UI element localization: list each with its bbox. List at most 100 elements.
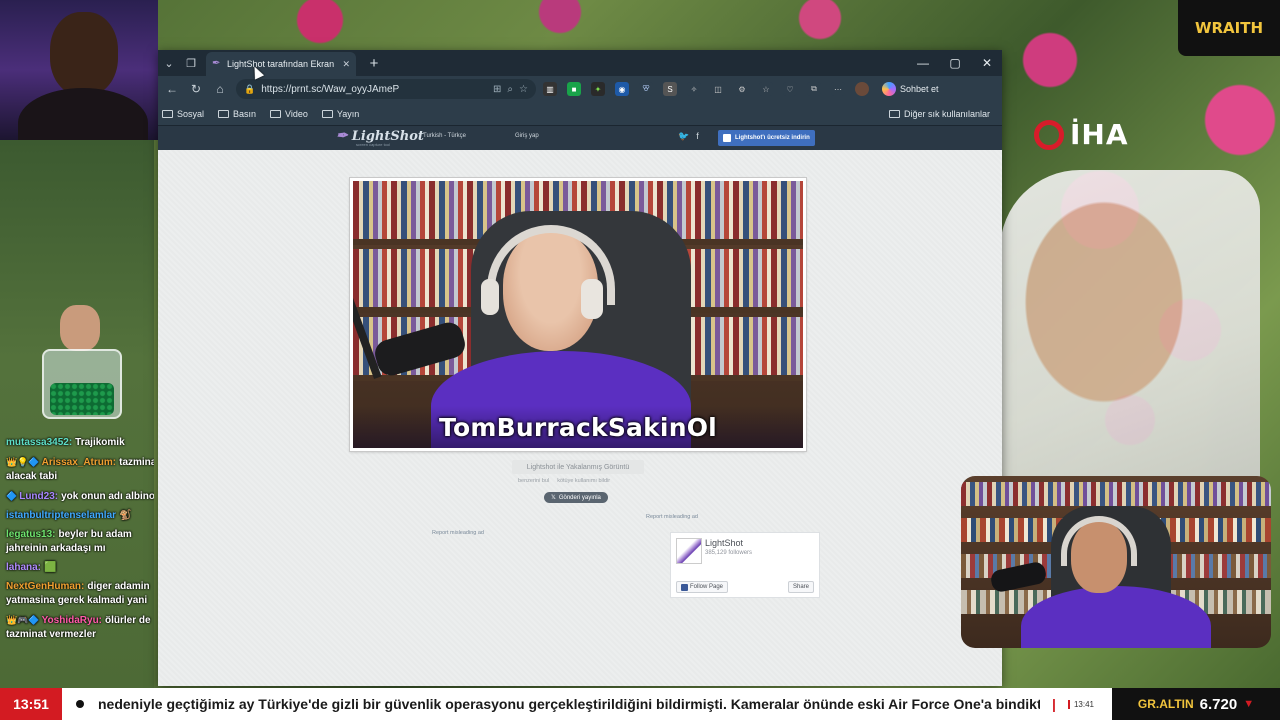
tab-lightshot[interactable]: ✒ LightShot tarafından Ekran Görüntü ✕ (206, 52, 356, 76)
bookmark-yayin[interactable]: Yayın (321, 109, 359, 119)
chat-badges-icon: 🔷 (6, 491, 18, 501)
more-menu-icon[interactable]: ⋯ (831, 82, 845, 96)
app-available-icon[interactable]: ⊞ (493, 84, 501, 95)
screenshot-image[interactable]: TomBurrackSakinOl (353, 181, 803, 448)
screenshot-frame: TomBurrackSakinOl (350, 178, 806, 451)
gold-price: GR.ALTIN 6.720 ▼ (1112, 688, 1280, 720)
extension-hex-icon[interactable]: ✦ (591, 82, 605, 96)
address-url: https://prnt.sc/Waw_oyyJAmeP (261, 83, 400, 95)
tab-title: LightShot tarafından Ekran Görüntü (227, 59, 337, 69)
language-selector[interactable]: Turkish - Türkçe (423, 133, 466, 139)
zoom-icon[interactable]: ⌕ (507, 84, 513, 95)
chat-message: mutassa3452: Trajikomik (6, 436, 154, 450)
extension-reader-icon[interactable]: ▥ (543, 82, 557, 96)
browser-essentials-icon[interactable]: ♡ (783, 82, 797, 96)
twitter-icon[interactable]: 🐦 (678, 131, 689, 142)
tab-list-icon[interactable]: ⌄ (158, 52, 180, 74)
lightshot-page-logo[interactable] (676, 538, 702, 564)
home-icon[interactable]: ⌂ (210, 79, 230, 99)
chat-username[interactable]: mutassa3452: (6, 437, 72, 448)
bookmark-video[interactable]: Video (270, 109, 308, 119)
workspaces-icon[interactable]: ❐ (180, 52, 202, 74)
facebook-icon[interactable]: f (696, 131, 699, 142)
report-ad-link-left[interactable]: Report misleading ad (432, 530, 484, 536)
chat-username[interactable]: NextGenHuman: (6, 581, 84, 592)
lightshot-app-icon (723, 134, 731, 142)
follow-page-button[interactable]: Follow Page (676, 581, 729, 593)
folder-icon (162, 109, 173, 118)
browser-window: ⌄ ❐ ✒ LightShot tarafından Ekran Görüntü… (158, 50, 1002, 686)
login-link[interactable]: Giriş yap (515, 133, 539, 139)
back-icon[interactable]: ← (162, 79, 182, 99)
streamer-webcam-topleft (0, 0, 158, 140)
extension-s-icon[interactable]: S (663, 82, 677, 96)
fb-page-name[interactable]: LightShot (705, 538, 743, 548)
bookmarks-bar: Sosyal Basın Video Yayın Diğer sık kulla… (158, 102, 1002, 126)
screenshot-caption: TomBurrackSakinOl (353, 406, 803, 448)
gold-value: 6.720 (1199, 695, 1238, 713)
address-bar-row: ← ↻ ⌂ 🔒 https://prnt.sc/Waw_oyyJAmeP ⊞ ⌕… (158, 76, 1002, 102)
chat-username[interactable]: Arissax_Atrum: (42, 457, 116, 468)
iha-logo-text: İHA (1070, 118, 1129, 151)
other-bookmarks[interactable]: Diğer sık kullanılanlar (888, 102, 990, 126)
chat-panel: mutassa3452: Trajikomik 👑💡🔷 Arissax_Atrum: t… (0, 140, 154, 688)
maximize-icon[interactable]: ▢ (948, 56, 962, 70)
chat-username[interactable]: istanbultriptenselamlar (6, 510, 116, 521)
copilot-button[interactable]: Sohbet et (882, 82, 939, 96)
webcam-person-head (50, 12, 118, 96)
facebook-page-widget: LightShot 385,129 followers Follow Page … (670, 532, 820, 598)
close-window-icon[interactable]: ✕ (980, 56, 994, 70)
fb-share-button[interactable]: Share (787, 581, 814, 593)
feather-icon: ✒ (336, 128, 348, 144)
folder-icon (218, 109, 230, 118)
download-button-label: Lightshot'ı ücretsiz indirin (735, 135, 810, 141)
bookmark-sosyal[interactable]: Sosyal (162, 109, 204, 119)
webcam-person-body (18, 88, 148, 140)
chat-messages: mutassa3452: Trajikomik 👑💡🔷 Arissax_Atrum: t… (0, 432, 154, 647)
split-screen-icon[interactable]: ◫ (711, 82, 725, 96)
lightshot-header: ✒ LightShot screen capture tool Turkish … (158, 126, 1002, 150)
chat-badges-icon: 👑💡🔷 (6, 457, 40, 467)
bookmark-label: Basın (233, 108, 257, 119)
download-button[interactable]: Lightshot'ı ücretsiz indirin (718, 130, 815, 146)
chat-username[interactable]: Lund23: (19, 491, 58, 502)
chat-message: istanbultriptenselamlar 🐒 (6, 509, 154, 523)
emote-jar-figure (20, 305, 140, 425)
extension-blue-icon[interactable]: ◉ (615, 82, 629, 96)
iha-logo: İHA (1034, 118, 1129, 151)
headphone-cup (581, 279, 603, 319)
window-controls: — ▢ ✕ (916, 50, 994, 76)
extension-translate-icon[interactable]: ꕢ (639, 82, 653, 96)
close-tab-icon[interactable]: ✕ (342, 59, 350, 70)
chat-message: 👑🎮🔷 YoshidaRyu: ölürler de tazminat vermez… (6, 613, 154, 642)
new-tab-button[interactable]: + (364, 55, 384, 72)
chat-username[interactable]: lahana: (6, 562, 41, 573)
captured-with-lightshot-label: Lightshot ile Yakalanmış Görüntü (512, 460, 644, 474)
image-action-links: benzerini bul kötüye kullanımı bildir (518, 478, 610, 484)
chat-username[interactable]: YoshidaRyu: (42, 615, 102, 626)
lightshot-page: ✒ LightShot screen capture tool Turkish … (158, 126, 1002, 686)
find-similar-link[interactable]: benzerini bul (518, 478, 549, 484)
report-ad-link-right[interactable]: Report misleading ad (646, 514, 698, 520)
favorites-icon[interactable]: ☆ (759, 82, 773, 96)
extensions-puzzle-icon[interactable]: ✧ (687, 82, 701, 96)
screenshot-icon[interactable]: ⧉ (807, 82, 821, 96)
chat-message: NextGenHuman: diger adamin yatmasina gere… (6, 580, 154, 608)
profile-avatar[interactable] (855, 82, 869, 96)
bookmark-basin[interactable]: Basın (218, 109, 256, 119)
minimize-icon[interactable]: — (916, 56, 930, 70)
lock-icon: 🔒 (244, 83, 256, 94)
wraith-badge: WRAITH (1178, 0, 1280, 56)
bookmark-label: Sosyal (177, 108, 205, 119)
lightshot-tagline: screen capture tool (356, 142, 391, 147)
report-abuse-link[interactable]: kötüye kullanımı bildir (557, 478, 610, 484)
extensions-icon[interactable]: ⚙ (735, 82, 749, 96)
favorite-star-icon[interactable]: ☆ (519, 84, 528, 95)
extension-green-icon[interactable]: ■ (567, 82, 581, 96)
folder-icon (270, 109, 282, 118)
other-bookmarks-label: Diğer sık kullanılanlar (903, 109, 990, 119)
refresh-icon[interactable]: ↻ (186, 79, 206, 99)
share-post-button[interactable]: 𝕏 Gönderi yayınla (544, 492, 608, 503)
chat-username[interactable]: legatus13: (6, 529, 55, 540)
address-bar[interactable]: 🔒 https://prnt.sc/Waw_oyyJAmeP ⊞ ⌕ ☆ (236, 79, 536, 99)
